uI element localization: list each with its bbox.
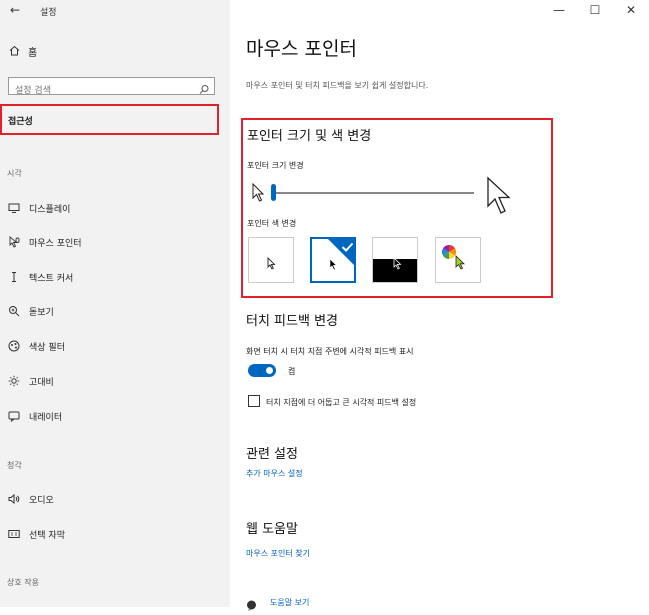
mouse-pointer-icon [7, 235, 21, 249]
color-wheel-icon [442, 244, 456, 263]
window-controls: — ☐ ✕ [541, 3, 649, 17]
magnifier-icon [7, 304, 21, 318]
dark-feedback-checkbox[interactable] [248, 395, 260, 407]
minimize-button[interactable]: — [541, 3, 577, 17]
help-icon [246, 596, 257, 615]
sidebar: ← 설정 홈 접근성 시각 디스플레이 마우스 포인터 텍스트 커서 돋보기 색… [0, 0, 230, 607]
section-label-interaction: 상호 작용 [7, 578, 39, 587]
web-help-heading: 웹 도움말 [246, 522, 298, 537]
sidebar-item-label: 내레이터 [29, 412, 63, 423]
sidebar-item-label: 고대비 [29, 377, 54, 388]
narrator-icon [7, 409, 21, 423]
color-filters-icon [7, 339, 21, 353]
section-label-vision: 시각 [7, 169, 22, 178]
maximize-button[interactable]: ☐ [577, 3, 613, 17]
text-cursor-icon [7, 270, 21, 284]
search-input[interactable] [9, 83, 195, 99]
sidebar-item-narrator[interactable]: 내레이터 [7, 409, 62, 423]
pointer-color-black[interactable] [310, 237, 356, 283]
window-title: 설정 [40, 8, 57, 18]
home-icon [9, 45, 20, 59]
section-label-hearing: 청각 [7, 461, 22, 470]
custom-pointer-icon [455, 255, 466, 274]
closed-captions-icon [7, 527, 21, 541]
sidebar-item-mouse-pointer[interactable]: 마우스 포인터 [7, 235, 82, 249]
back-button[interactable]: ← [10, 3, 20, 17]
get-help-link[interactable]: 도움말 보기 [270, 597, 309, 608]
additional-mouse-settings-link[interactable]: 추가 마우스 설정 [246, 468, 303, 479]
page-subtitle: 마우스 포인터 및 터치 피드백을 보기 쉽게 설정합니다. [246, 81, 429, 90]
sidebar-item-home[interactable]: 홈 [9, 44, 37, 59]
small-pointer-icon [252, 182, 266, 207]
touch-section-heading: 터치 피드백 변경 [246, 314, 338, 329]
page-title: 마우스 포인터 [246, 38, 357, 60]
pointer-section-heading: 포인터 크기 및 색 변경 [247, 129, 372, 144]
touch-feedback-label: 화면 터치 시 터치 지점 주변에 시각적 피드백 표시 [246, 347, 414, 356]
speaker-icon [7, 492, 21, 506]
large-pointer-icon [486, 176, 514, 220]
search-box[interactable] [8, 77, 215, 99]
toggle-state-label: 켬 [288, 367, 296, 376]
close-button[interactable]: ✕ [613, 3, 649, 17]
sidebar-item-text-cursor[interactable]: 텍스트 커서 [7, 270, 73, 284]
sidebar-item-label: 오디오 [29, 495, 54, 506]
pointer-color-custom[interactable] [435, 237, 481, 283]
sidebar-item-label: 마우스 포인터 [29, 238, 82, 249]
pointer-size-slider-track[interactable] [272, 192, 474, 194]
sidebar-item-label: 돋보기 [29, 307, 54, 318]
find-mouse-pointer-link[interactable]: 마우스 포인터 찾기 [246, 548, 310, 559]
main-content: — ☐ ✕ 마우스 포인터 마우스 포인터 및 터치 피드백을 보기 쉽게 설정… [230, 0, 649, 611]
sidebar-item-closed-captions[interactable]: 선택 자막 [7, 527, 65, 541]
pointer-size-label: 포인터 크기 변경 [247, 161, 304, 170]
high-contrast-icon [7, 374, 21, 388]
sidebar-item-magnifier[interactable]: 돋보기 [7, 304, 54, 318]
sidebar-item-label: 텍스트 커서 [29, 273, 74, 284]
sidebar-item-label: 선택 자막 [29, 530, 65, 541]
category-accessibility[interactable]: 접근성 [0, 104, 219, 135]
sidebar-item-audio[interactable]: 오디오 [7, 492, 54, 506]
black-pointer-icon [329, 256, 338, 275]
white-pointer-icon [267, 255, 276, 274]
inverted-pointer-icon [393, 255, 402, 274]
search-icon[interactable] [199, 80, 210, 99]
pointer-color-inverted[interactable] [372, 237, 418, 283]
pointer-size-slider-thumb[interactable] [271, 184, 276, 201]
touch-feedback-toggle[interactable] [248, 364, 276, 377]
sidebar-item-label: 색상 필터 [29, 342, 65, 353]
sidebar-item-display[interactable]: 디스플레이 [7, 201, 70, 215]
sidebar-item-high-contrast[interactable]: 고대비 [7, 374, 54, 388]
sidebar-item-color-filters[interactable]: 색상 필터 [7, 339, 65, 353]
dark-feedback-checkbox-label: 터치 지점에 더 어둡고 큰 시각적 피드백 설정 [266, 398, 417, 407]
home-label: 홈 [28, 48, 38, 59]
pointer-color-white[interactable] [248, 237, 294, 283]
pointer-color-label: 포인터 색 변경 [247, 219, 297, 228]
related-settings-heading: 관련 설정 [246, 447, 298, 462]
display-icon [7, 201, 21, 215]
sidebar-item-label: 디스플레이 [29, 204, 71, 215]
